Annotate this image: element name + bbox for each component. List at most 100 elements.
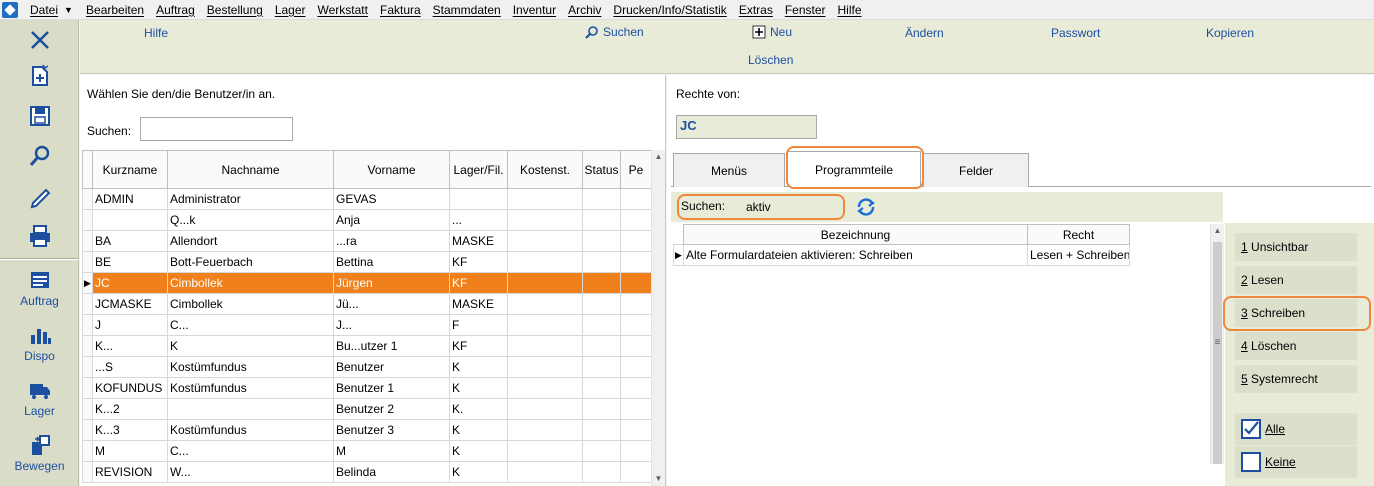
rights-button-systemrecht[interactable]: 5 Systemrecht <box>1235 365 1357 393</box>
menu-bestellung[interactable]: Bestellung <box>201 0 269 20</box>
menu-hilfe[interactable]: Hilfe <box>832 0 868 20</box>
scroll-down-icon[interactable]: ▼ <box>652 472 665 486</box>
sidebar-item-dispo[interactable]: Dispo <box>0 321 79 373</box>
menu-bearbeiten[interactable]: Bearbeiten <box>80 0 150 20</box>
scroll-up-icon[interactable]: ▲ <box>1211 224 1224 238</box>
table-cell: C... <box>167 440 334 462</box>
scroll-thumb[interactable] <box>1213 242 1222 464</box>
chevron-down-icon[interactable]: ▼ <box>64 5 76 15</box>
table-cell <box>620 377 652 399</box>
new-button-label: Neu <box>770 25 793 39</box>
save-button[interactable] <box>0 98 79 134</box>
new-document-button[interactable] <box>0 58 79 94</box>
column-header[interactable]: Nachname <box>167 150 334 189</box>
row-marker <box>82 230 93 252</box>
help-button[interactable]: Hilfe <box>144 26 168 40</box>
tab-menues[interactable]: Menüs <box>673 153 785 187</box>
scroll-up-icon[interactable]: ▲ <box>652 150 665 164</box>
table-cell: W... <box>167 461 334 483</box>
printer-icon <box>29 225 50 247</box>
table-cell <box>582 188 621 210</box>
table-cell <box>620 230 652 252</box>
table-cell: C... <box>167 314 334 336</box>
rights-button-schreiben[interactable]: 3 Schreiben <box>1235 299 1357 327</box>
table-row[interactable]: M C... M K <box>82 440 652 462</box>
tab-programmteile[interactable]: Programmteile <box>787 151 921 187</box>
delete-button[interactable]: Löschen <box>748 53 793 67</box>
users-table-scrollbar[interactable]: ▲ ▼ <box>651 150 665 486</box>
shortcut-key: 5 <box>1241 372 1248 386</box>
sidebar-item-lager[interactable]: Lager <box>0 376 79 428</box>
rights-button-loeschen[interactable]: 4 Löschen <box>1235 332 1357 360</box>
rights-button-panel: 1 Unsichtbar 2 Lesen 3 Schreiben 4 Lösch… <box>1223 223 1374 486</box>
row-marker-header <box>673 224 684 245</box>
table-cell <box>507 419 583 441</box>
table-cell: Cimbollek <box>167 293 334 315</box>
new-button[interactable]: Neu <box>752 25 792 39</box>
edit-button[interactable]: Ändern <box>905 26 944 40</box>
table-row[interactable]: KOFUNDUS Kostümfundus Benutzer 1K <box>82 377 652 399</box>
menu-stammdaten[interactable]: Stammdaten <box>427 0 507 20</box>
sidebar-item-label: Auftrag <box>20 294 59 308</box>
table-row[interactable]: JCMASKE Cimbollek Jü... MASKE <box>82 293 652 315</box>
menu-datei[interactable]: Datei <box>24 0 64 20</box>
column-header[interactable]: Vorname <box>333 150 450 189</box>
column-header[interactable]: Lager/Fil. <box>449 150 508 189</box>
menu-archiv[interactable]: Archiv <box>562 0 607 20</box>
table-cell <box>507 377 583 399</box>
column-header[interactable]: Status <box>582 150 621 189</box>
table-row[interactable]: REVISION W... Belinda K <box>82 461 652 483</box>
sidebar-item-auftrag[interactable]: Auftrag <box>0 266 79 318</box>
column-header[interactable]: Kostenst. <box>507 150 583 189</box>
edit-button[interactable] <box>0 178 79 214</box>
user-search-input[interactable] <box>140 117 293 141</box>
copy-button[interactable]: Kopieren <box>1206 26 1254 40</box>
table-row[interactable]: J C... J... F <box>82 314 652 336</box>
menu-lager[interactable]: Lager <box>269 0 312 20</box>
search-button[interactable]: Suchen <box>585 25 644 39</box>
column-header[interactable]: Pe <box>620 150 652 189</box>
sidebar-item-bewegen[interactable]: Bewegen <box>0 431 79 483</box>
table-row[interactable]: BA Allendort ...ra MASKE <box>82 230 652 252</box>
table-cell: ...S <box>92 356 168 378</box>
menu-inventur[interactable]: Inventur <box>507 0 562 20</box>
app-icon[interactable] <box>2 1 18 18</box>
table-row[interactable]: K...3 Kostümfundus Benutzer 3K <box>82 419 652 441</box>
close-button[interactable] <box>0 22 79 58</box>
refresh-icon[interactable] <box>855 197 877 217</box>
select-none-button[interactable]: Keine <box>1235 446 1357 478</box>
table-row[interactable]: ▶ JC Cimbollek Jürgen KF <box>82 272 652 294</box>
menu-drucken[interactable]: Drucken/Info/Statistik <box>607 0 732 20</box>
menu-werkstatt[interactable]: Werkstatt <box>312 0 374 20</box>
print-button[interactable] <box>0 218 79 254</box>
tab-felder[interactable]: Felder <box>923 153 1029 187</box>
column-header[interactable]: Kurzname <box>92 150 168 189</box>
rights-table-scrollbar[interactable]: ▲ ≡ <box>1210 224 1224 464</box>
table-row[interactable]: ...S Kostümfundus Benutzer K <box>82 356 652 378</box>
rights-button-unsichtbar[interactable]: 1 Unsichtbar <box>1235 233 1357 261</box>
table-row[interactable]: ADMIN Administrator GEVAS <box>82 188 652 210</box>
table-row[interactable]: Q...k Anja... <box>82 209 652 231</box>
table-row[interactable]: ▶ Alte Formulardateien aktivieren: Schre… <box>673 244 1130 266</box>
table-row[interactable]: K...2 Benutzer 2 K. <box>82 398 652 420</box>
table-row[interactable]: BE Bott-Feuerbach Bettina KF <box>82 251 652 273</box>
user-selection-panel: Wählen Sie den/die Benutzer/in an. Suche… <box>80 75 666 486</box>
table-row[interactable]: K... K Bu...utzer 1 KF <box>82 335 652 357</box>
table-cell: ...ra <box>333 230 450 252</box>
rights-search-input[interactable] <box>743 196 835 218</box>
menu-faktura[interactable]: Faktura <box>374 0 427 20</box>
menu-fenster[interactable]: Fenster <box>779 0 832 20</box>
password-button[interactable]: Passwort <box>1051 26 1100 40</box>
table-cell: K <box>449 377 508 399</box>
menu-auftrag[interactable]: Auftrag <box>150 0 201 20</box>
rights-button-lesen[interactable]: 2 Lesen <box>1235 266 1357 294</box>
table-header-row: Kurzname Nachname Vorname Lager/Fil. Kos… <box>82 150 652 189</box>
column-header[interactable]: Recht <box>1027 224 1130 245</box>
search-button[interactable] <box>0 138 79 174</box>
select-all-button[interactable]: Alle <box>1235 413 1357 445</box>
table-cell <box>449 188 508 210</box>
table-cell: Bott-Feuerbach <box>167 251 334 273</box>
table-cell <box>620 461 652 483</box>
column-header[interactable]: Bezeichnung <box>683 224 1028 245</box>
menu-extras[interactable]: Extras <box>733 0 779 20</box>
